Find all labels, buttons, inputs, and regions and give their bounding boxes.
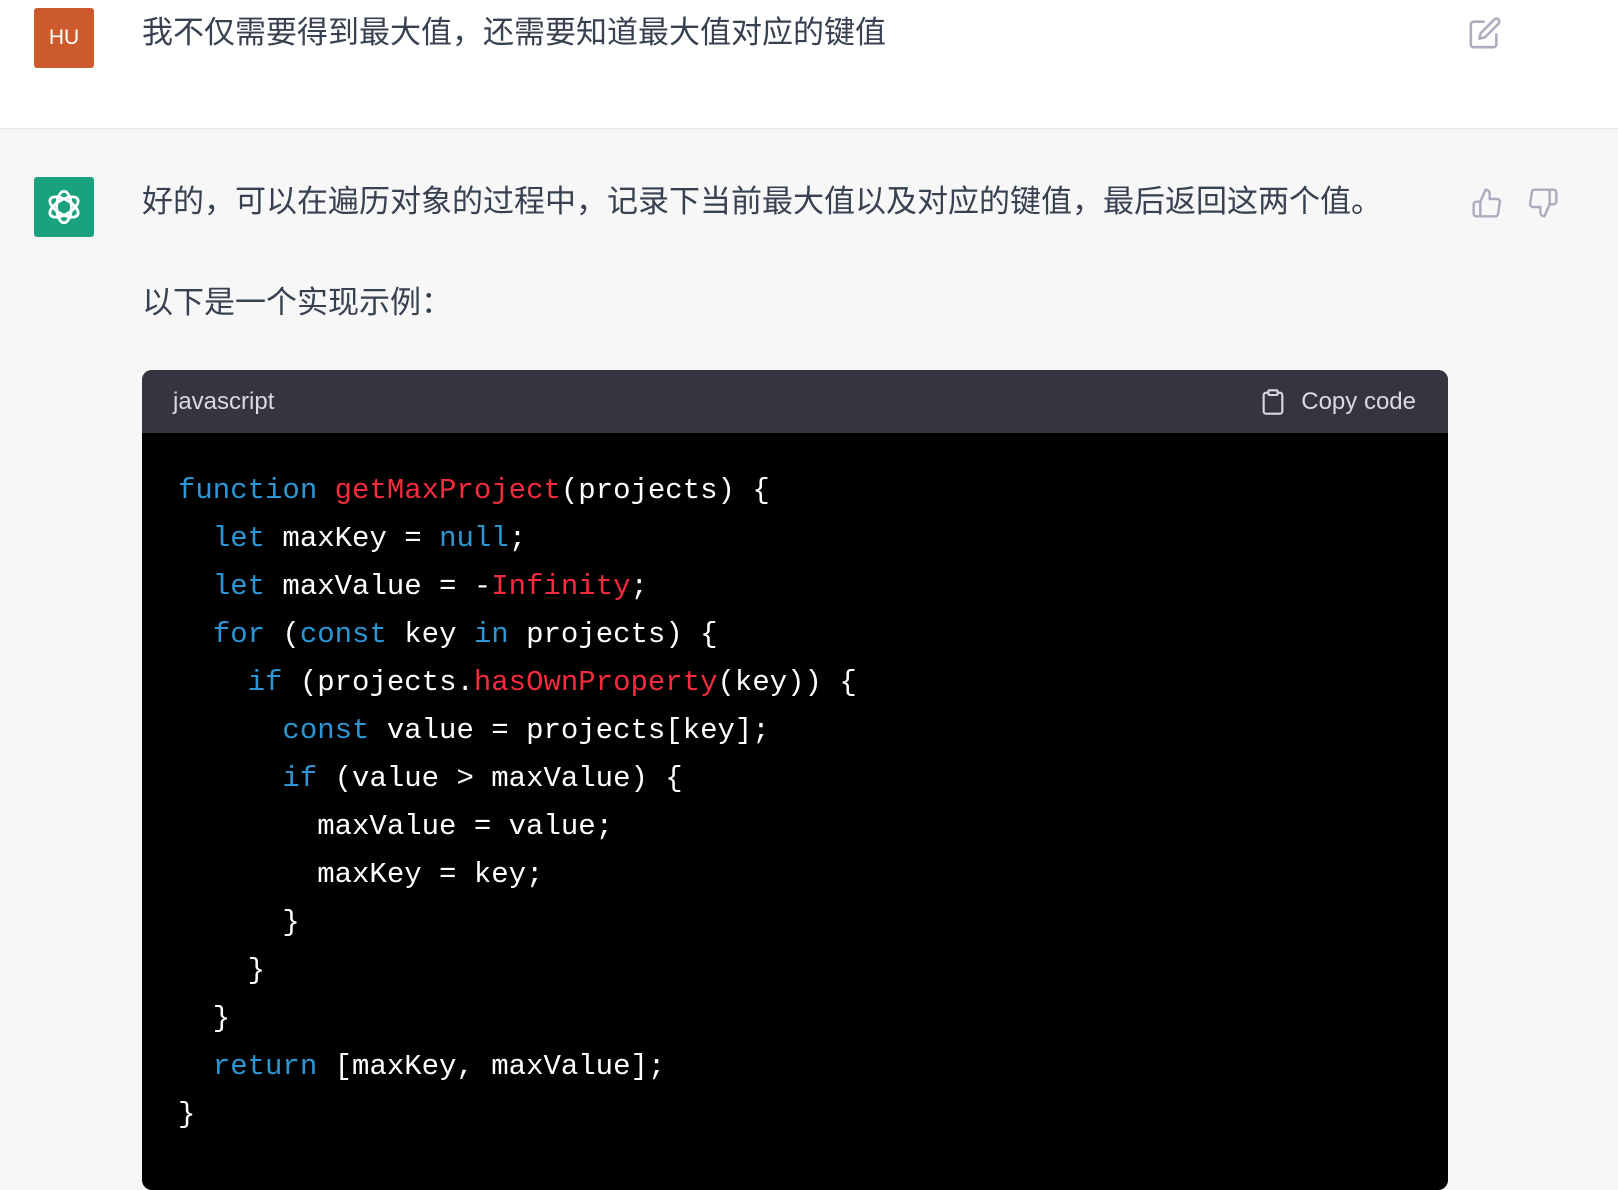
code-keyword: return — [212, 1050, 318, 1083]
thumbs-down-button[interactable] — [1523, 183, 1563, 223]
code-text: (projects) { — [560, 474, 770, 507]
code-text: } — [178, 1098, 196, 1131]
code-keyword: function — [178, 474, 318, 507]
user-avatar: HU — [34, 8, 94, 68]
user-avatar-initials: HU — [48, 26, 80, 49]
code-line: let maxValue = -Infinity; — [178, 563, 1448, 611]
code-text: maxKey = key; — [178, 858, 544, 891]
user-message-text: 我不仅需要得到最大值，还需要知道最大值对应的键值 — [142, 15, 886, 51]
code-text: maxKey = — [265, 522, 440, 555]
code-line: maxValue = value; — [178, 803, 1448, 851]
code-lines: function getMaxProject(projects) { let m… — [178, 467, 1448, 1139]
copy-code-button[interactable]: Copy code — [1259, 387, 1416, 417]
code-keyword: if — [247, 666, 283, 699]
code-identifier: getMaxProject — [334, 474, 561, 507]
thumbs-down-icon — [1528, 188, 1558, 218]
code-text: maxValue = - — [265, 570, 492, 603]
code-block: javascript Copy code function getMaxProj… — [142, 370, 1448, 1190]
code-line: } — [178, 995, 1448, 1043]
code-line: function getMaxProject(projects) { — [178, 467, 1448, 515]
assistant-avatar — [34, 177, 94, 237]
code-identifier: Infinity — [491, 570, 631, 603]
code-text: } — [178, 906, 300, 939]
code-header: javascript Copy code — [142, 370, 1448, 433]
code-text: (value > maxValue) { — [317, 762, 683, 795]
code-line: } — [178, 899, 1448, 947]
code-keyword: null — [439, 522, 509, 555]
assistant-paragraph-2: 以下是一个实现示例： — [142, 285, 452, 321]
code-text: (projects. — [282, 666, 474, 699]
thumbs-up-icon — [1472, 188, 1502, 218]
code-line: let maxKey = null; — [178, 515, 1448, 563]
code-keyword: if — [282, 762, 318, 795]
code-keyword: let — [212, 522, 266, 555]
openai-logo-icon — [48, 189, 80, 225]
copy-code-label: Copy code — [1301, 387, 1416, 415]
code-text: [maxKey, maxValue]; — [317, 1050, 666, 1083]
code-text: ; — [630, 570, 648, 603]
edit-message-button[interactable] — [1465, 13, 1505, 53]
code-language-label: javascript — [173, 387, 275, 415]
code-keyword: for — [212, 618, 266, 651]
code-line: return [maxKey, maxValue]; — [178, 1043, 1448, 1091]
code-text: } — [178, 954, 266, 987]
code-line: if (projects.hasOwnProperty(key)) { — [178, 659, 1448, 707]
code-line: if (value > maxValue) { — [178, 755, 1448, 803]
code-line: } — [178, 947, 1448, 995]
code-text: } — [178, 1002, 231, 1035]
code-line: } — [178, 1091, 1448, 1139]
assistant-paragraph-1: 好的，可以在遍历对象的过程中，记录下当前最大值以及对应的键值，最后返回这两个值。 — [142, 184, 1382, 220]
code-keyword: const — [299, 618, 387, 651]
code-text: key — [386, 618, 474, 651]
code-line: const value = projects[key]; — [178, 707, 1448, 755]
edit-icon — [1469, 17, 1501, 49]
code-identifier: hasOwnProperty — [473, 666, 718, 699]
code-text: ; — [508, 522, 527, 555]
code-keyword: let — [212, 570, 266, 603]
code-text: maxValue = value; — [178, 810, 614, 843]
code-line: maxKey = key; — [178, 851, 1448, 899]
clipboard-icon — [1262, 388, 1284, 415]
user-message-row: HU 我不仅需要得到最大值，还需要知道最大值对应的键值 — [0, 0, 1618, 129]
code-text: projects) { — [508, 618, 718, 651]
code-text: value = projects[key]; — [369, 714, 770, 747]
code-text: ( — [265, 618, 300, 651]
thumbs-up-button[interactable] — [1467, 183, 1507, 223]
code-content: function getMaxProject(projects) { let m… — [142, 433, 1448, 1139]
code-keyword: in — [473, 618, 509, 651]
code-keyword: const — [282, 714, 370, 747]
code-text: (key)) { — [717, 666, 857, 699]
code-line: for (const key in projects) { — [178, 611, 1448, 659]
